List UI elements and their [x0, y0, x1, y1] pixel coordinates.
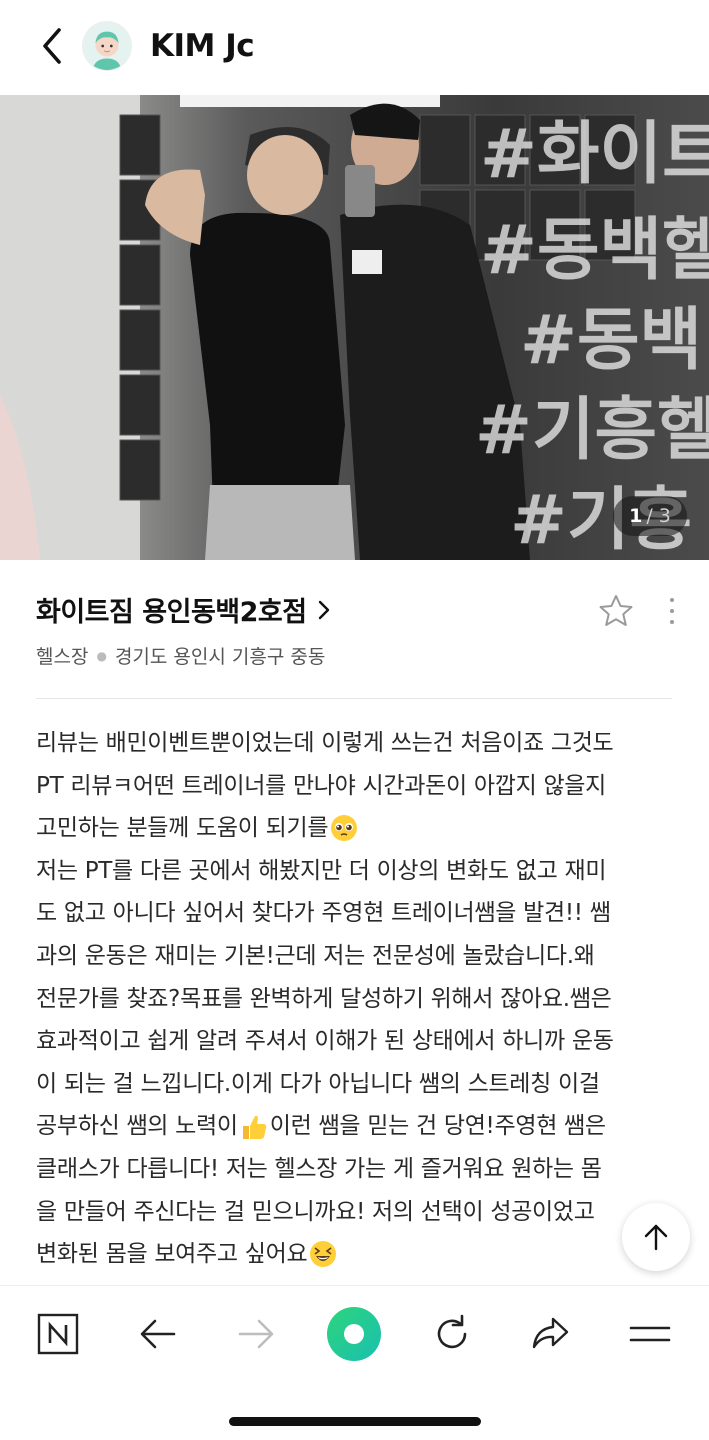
place-link[interactable]: 화이트짐 용인동백2호점: [36, 590, 331, 629]
review-line: 도 없고 아니다 싶어서 찾다가 주영현 트레이너쌤을 발견!! 쌤: [36, 900, 611, 927]
avatar[interactable]: [82, 21, 132, 71]
arrow-up-icon: [644, 1224, 668, 1251]
menu-icon: [629, 1326, 671, 1342]
photo-image: #화이트 #동백헬 #동백 #기흥헬 #기흥: [0, 95, 709, 560]
grinning-squinting-emoji-icon: [310, 1241, 337, 1268]
chevron-left-icon: [43, 28, 61, 64]
place-meta: 헬스장 ● 경기도 용인시 기흥구 중동: [36, 642, 325, 669]
home-indicator[interactable]: [229, 1417, 481, 1426]
browser-back-button[interactable]: [128, 1306, 188, 1362]
share-button[interactable]: [520, 1306, 580, 1362]
review-line: 효과적이고 쉽게 알려 주셔서 이해가 된 상태에서 하니까 운동: [36, 1028, 614, 1055]
top-header: KIM Jc: [0, 0, 709, 92]
avatar-illustration-icon: [83, 22, 131, 70]
review-line: 이 되는 걸 느낍니다.이게 다가 아닙니다 쌤의 스트레칭 이걸: [36, 1070, 600, 1097]
naver-n-icon: [37, 1313, 79, 1355]
review-line: 변화된 몸을 보여주고 싶어요: [36, 1233, 676, 1276]
place-category: 헬스장: [36, 646, 89, 668]
divider: [36, 698, 672, 699]
refresh-icon: [437, 1314, 467, 1349]
review-line: 저는 PT를 다른 곳에서 해봤지만 더 이상의 변화도 없고 재미: [36, 857, 607, 884]
overlay-tag-1: #화이트: [480, 115, 709, 194]
star-outline-icon: [599, 595, 633, 626]
more-vertical-icon: [670, 598, 674, 602]
counter-current: 1: [629, 505, 643, 527]
review-line: 클래스가 다릅니다! 저는 헬스장 가는 게 즐거워요 원하는 몸: [36, 1155, 602, 1182]
place-name: 화이트짐 용인동백2호점: [36, 597, 307, 628]
green-home-button[interactable]: [324, 1306, 384, 1362]
review-text: 리뷰는 배민이벤트뿐이었는데 이렇게 쓰는건 처음이죠 그것도 PT 리뷰ㅋ어떤…: [36, 722, 676, 1276]
scroll-to-top-button[interactable]: [622, 1203, 690, 1271]
review-line: 전문가를 찾죠?목표를 완벽하게 달성하기 위해서 잖아요.쌤은: [36, 985, 612, 1012]
browser-forward-button[interactable]: [226, 1306, 286, 1362]
green-home-icon: [327, 1307, 381, 1361]
separator-dot: ●: [96, 648, 107, 663]
place-address: 경기도 용인시 기흥구 중동: [114, 646, 326, 668]
review-line: 을 만들어 주신다는 걸 믿으니까요! 저의 선택이 성공이었고: [36, 1198, 595, 1225]
bottom-navigation: [0, 1285, 709, 1440]
favorite-star-button[interactable]: [597, 592, 635, 630]
overlay-tag-3: #동백: [520, 301, 702, 380]
naver-home-button[interactable]: [28, 1306, 88, 1362]
review-line: 과의 운동은 재미는 기본!근데 저는 전문성에 놀랐습니다.왜: [36, 942, 595, 969]
profile-username[interactable]: KIM Jc: [150, 28, 255, 64]
thumbs-up-emoji-icon: [242, 1115, 267, 1139]
review-line: 리뷰는 배민이벤트뿐이었는데 이렇게 쓰는건 처음이죠 그것도: [36, 730, 614, 756]
review-line: 공부하신 쌤의 노력이 이런 쌤을 믿는 건 당연!주영현 쌤은: [36, 1105, 676, 1148]
review-line: 고민하는 분들께 도움이 되기를: [36, 807, 676, 850]
overlay-tag-2: #동백헬: [480, 211, 709, 290]
forward-arrow-icon: [238, 1319, 274, 1349]
back-button[interactable]: [22, 16, 82, 76]
place-info: 화이트짐 용인동백2호점 헬스장 ● 경기도 용인시 기흥구 중동: [0, 560, 709, 700]
counter-total: / 3: [646, 505, 671, 527]
more-options-button[interactable]: [662, 594, 682, 628]
review-photo[interactable]: #화이트 #동백헬 #동백 #기흥헬 #기흥 1 / 3: [0, 95, 709, 560]
share-icon: [532, 1317, 569, 1349]
chevron-right-icon: [317, 599, 331, 621]
overlay-tag-4: #기흥헬: [475, 391, 709, 470]
pleading-face-emoji-icon: [331, 815, 358, 842]
review-line: PT 리뷰ㅋ어떤 트레이너를 만나야 시간과돈이 아깝지 않을지: [36, 772, 607, 799]
photo-page-counter: 1 / 3: [613, 496, 687, 536]
refresh-button[interactable]: [422, 1306, 482, 1362]
menu-button[interactable]: [620, 1306, 680, 1362]
back-arrow-icon: [140, 1319, 176, 1349]
